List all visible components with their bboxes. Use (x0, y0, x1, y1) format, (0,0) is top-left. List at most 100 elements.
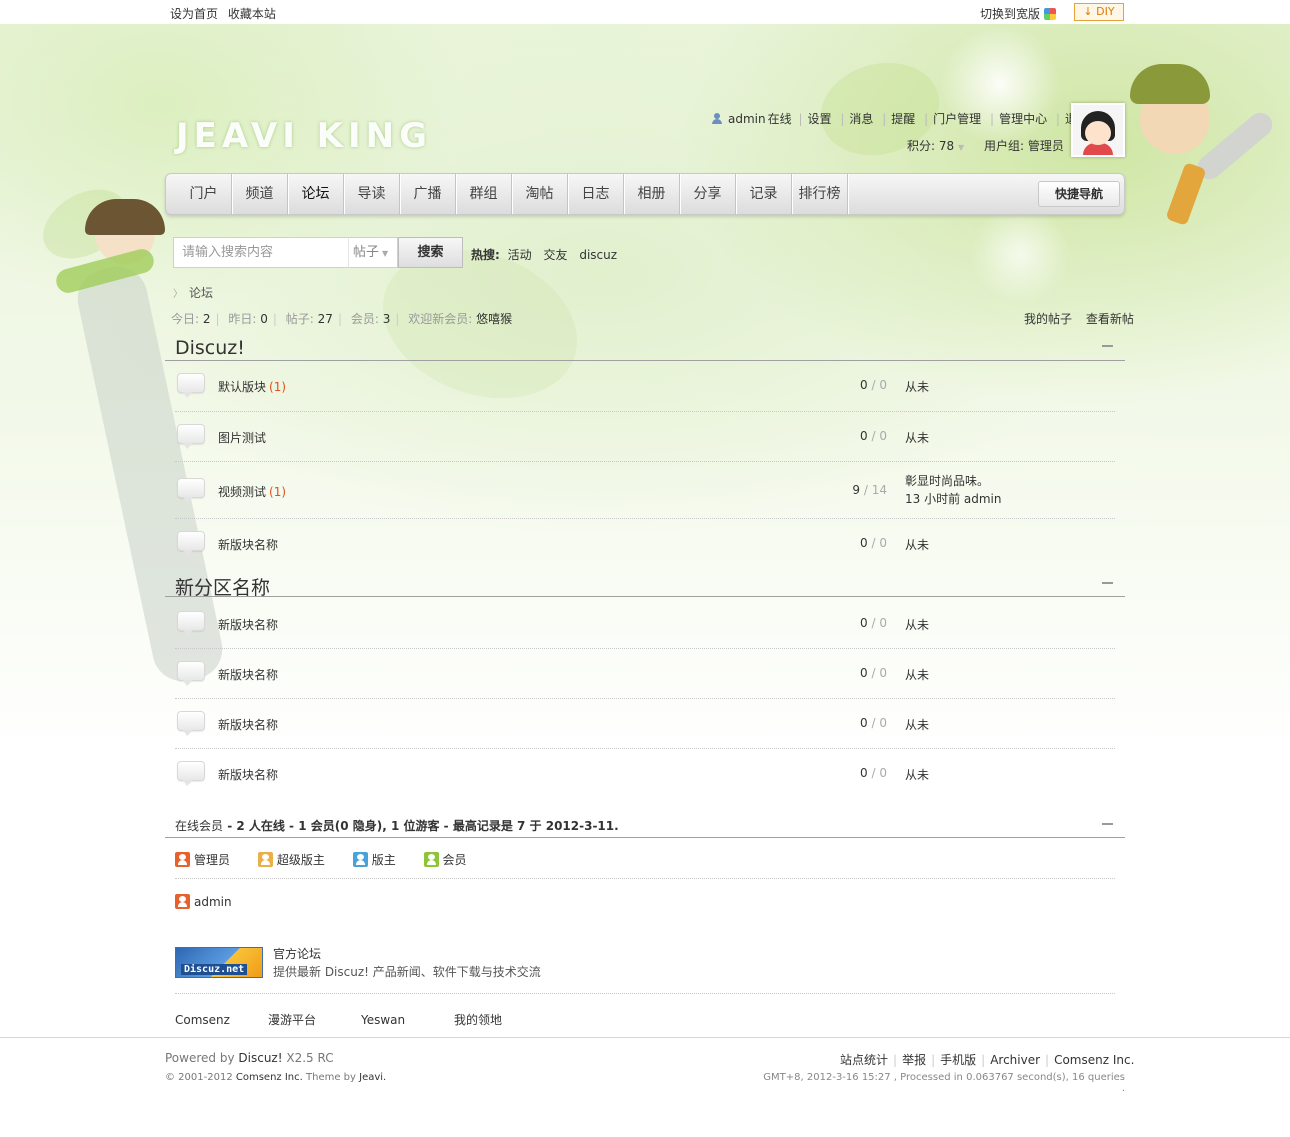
nav-item-album[interactable]: 相册 (624, 174, 680, 214)
supermod-user-icon (257, 852, 273, 867)
forum-threads: 9 (852, 483, 861, 497)
friend-link[interactable]: Comsenz (175, 1013, 268, 1027)
hot-term[interactable]: 活动 (508, 248, 532, 262)
forum-last-post: 从未 (905, 768, 930, 782)
last-post-meta[interactable]: 13 小时前 admin (905, 490, 1002, 508)
my-posts-link[interactable]: 我的帖子 (1024, 312, 1072, 326)
diy-button[interactable]: ↓ DIY (1074, 3, 1124, 21)
forum-threads: 0 (860, 378, 868, 392)
nav-item-channel[interactable]: 频道 (232, 174, 288, 214)
search-button[interactable]: 搜索 (398, 237, 463, 268)
forum-row: 新版块名称 0 / 0 从未 (175, 519, 1115, 569)
nav-item-broadcast[interactable]: 广播 (400, 174, 456, 214)
switch-wide-link[interactable]: 切换到宽版 (980, 5, 1057, 22)
product-link[interactable]: Discuz! (238, 1051, 282, 1065)
forum-name-link[interactable]: 新版块名称 (218, 536, 281, 553)
separator: | (882, 112, 887, 126)
nav-item-record[interactable]: 记录 (736, 174, 792, 214)
comsenz-link[interactable]: Comsenz Inc. (1054, 1053, 1134, 1067)
forum-posts: 0 (879, 378, 887, 392)
forum-name-link[interactable]: 新版块名称 (218, 666, 278, 683)
online-label-link[interactable]: 在线会员 (175, 819, 223, 833)
archiver-link[interactable]: Archiver (990, 1053, 1040, 1067)
forum-name-link[interactable]: 视频测试 (1) (218, 483, 286, 500)
online-stats: - 2 人在线 - 1 会员(0 隐身), 1 位游客 - 最高记录是 7 于 … (223, 819, 619, 833)
text-links: Comsenz 漫游平台 Yeswan 我的领地 (175, 1011, 547, 1028)
quick-nav-button[interactable]: 快捷导航 (1038, 181, 1120, 207)
separator: | (272, 312, 277, 326)
admin-user-icon (175, 894, 190, 909)
portal-admin-link[interactable]: 门户管理 (933, 112, 981, 126)
nav-item-portal[interactable]: 门户 (176, 174, 232, 214)
category-header: 新分区名称 (165, 571, 1125, 600)
forum-today-count: (1) (269, 485, 287, 499)
nav-item-blog[interactable]: 日志 (568, 174, 624, 214)
girl-hair (85, 199, 165, 235)
partner-logo[interactable]: Discuz.net (175, 947, 263, 978)
forum-posts: 0 (879, 536, 887, 550)
copyright-years: © 2001-2012 (165, 1072, 233, 1083)
footer-links: 站点统计 | 举报 | 手机版 | Archiver | Comsenz Inc. (840, 1053, 1135, 1067)
nav-item-guide[interactable]: 导读 (344, 174, 400, 214)
user-bar: admin在线 |设置 |消息 |提醒 |门户管理 |管理中心 |退出 (712, 110, 1091, 127)
usergroup-link[interactable]: 用户组: 管理员 (984, 137, 1064, 154)
nav-item-ranking[interactable]: 排行榜 (792, 174, 848, 214)
friend-link[interactable]: Yeswan (361, 1013, 454, 1027)
forum-name-link[interactable]: 图片测试 (218, 429, 269, 446)
search-input[interactable]: 请输入搜索内容 (173, 237, 349, 268)
messages-link[interactable]: 消息 (849, 112, 873, 126)
forum-name-link[interactable]: 默认版块 (1) (218, 378, 286, 395)
forum-name-link[interactable]: 新版块名称 (218, 716, 278, 733)
collapse-icon[interactable] (1102, 345, 1113, 347)
settings-link[interactable]: 设置 (808, 112, 832, 126)
legend-item: 会员 (423, 851, 467, 868)
top-bar: 设为首页 收藏本站 切换到宽版 ↓ DIY (0, 0, 1290, 24)
collapse-icon[interactable] (1102, 823, 1113, 825)
online-user[interactable]: admin (175, 894, 232, 909)
forum-last-post: 从未 (905, 668, 930, 682)
avatar[interactable] (1071, 103, 1125, 157)
notifications-link[interactable]: 提醒 (891, 112, 915, 126)
search-type-value: 帖子 (353, 245, 380, 260)
site-stats-link[interactable]: 站点统计 (840, 1053, 888, 1067)
theme-author-link[interactable]: Jeavi. (359, 1072, 386, 1083)
breadcrumb-forum[interactable]: 论坛 (189, 286, 213, 300)
theme-palette-icon[interactable] (1044, 8, 1057, 20)
friend-link[interactable]: 漫游平台 (268, 1011, 361, 1028)
collapse-icon[interactable] (1102, 582, 1113, 584)
category-title[interactable]: 新分区名称 (175, 573, 270, 600)
divider (175, 878, 1115, 879)
forum-threads: 0 (860, 616, 868, 630)
friend-link[interactable]: 我的领地 (454, 1011, 547, 1028)
forum-name: 图片测试 (218, 431, 267, 445)
set-home-link[interactable]: 设为首页 (170, 7, 218, 21)
forum-bubble-icon (177, 478, 207, 504)
moderator-user-icon (352, 852, 368, 867)
newest-member-link[interactable]: 悠嘻猴 (476, 312, 512, 326)
nav-item-forum[interactable]: 论坛 (288, 174, 344, 214)
nav-item-share[interactable]: 分享 (680, 174, 736, 214)
search-type-select[interactable]: 帖子 ▼ (348, 237, 398, 268)
credits-menu[interactable]: 积分: 78 ▼ (907, 137, 964, 154)
nav-item-groups[interactable]: 群组 (456, 174, 512, 214)
forum-name-link[interactable]: 新版块名称 (218, 766, 278, 783)
site-logo[interactable]: JEAVI KING (176, 116, 432, 156)
forum-name-link[interactable]: 新版块名称 (218, 616, 278, 633)
bookmark-link[interactable]: 收藏本站 (228, 7, 276, 21)
last-post-title-link[interactable]: 彰显时尚品味。 (905, 472, 1002, 490)
partner-name-link[interactable]: 官方论坛 (273, 945, 321, 962)
new-posts-link[interactable]: 查看新帖 (1086, 312, 1134, 326)
hot-term[interactable]: 交友 (543, 248, 567, 262)
category-title[interactable]: Discuz! (175, 337, 245, 359)
separator: | (215, 312, 220, 326)
stat-yesterday: 0 (260, 312, 268, 326)
powered-by: Powered by Discuz! X2.5 RC (165, 1051, 334, 1065)
nav-item-collections[interactable]: 淘帖 (512, 174, 568, 214)
report-link[interactable]: 举报 (902, 1053, 926, 1067)
company-link[interactable]: Comsenz Inc. (236, 1072, 303, 1083)
admin-center-link[interactable]: 管理中心 (999, 112, 1047, 126)
hot-term[interactable]: discuz (579, 248, 617, 262)
username-link[interactable]: admin (728, 112, 766, 126)
forum-today-count: (1) (269, 380, 287, 394)
mobile-link[interactable]: 手机版 (940, 1053, 976, 1067)
